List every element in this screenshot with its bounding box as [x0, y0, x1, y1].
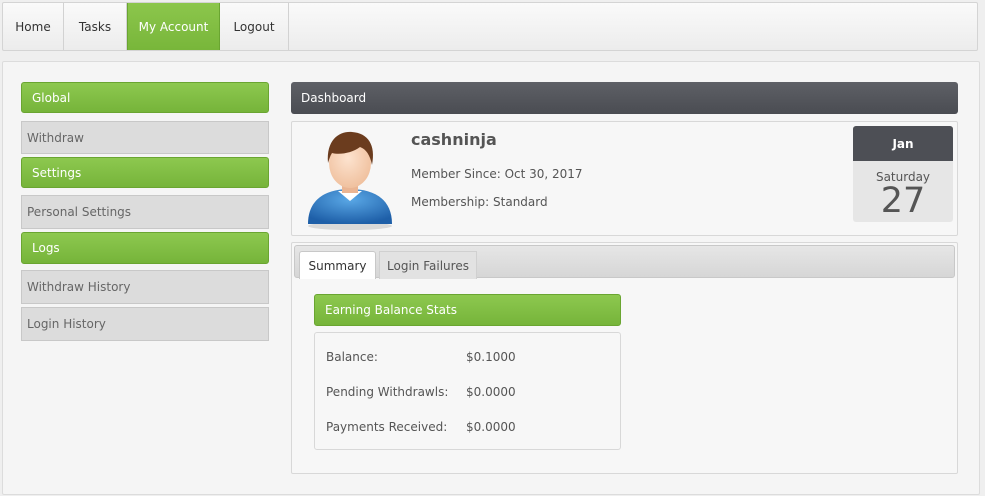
calendar-month: Jan	[853, 126, 953, 161]
profile-card: cashninja Member Since: Oct 30, 2017 Mem…	[291, 121, 958, 236]
membership: Membership: Standard	[411, 195, 548, 209]
member-since: Member Since: Oct 30, 2017	[411, 167, 583, 181]
avatar	[308, 131, 392, 230]
stat-value-balance: $0.1000	[466, 350, 516, 364]
sidebar-personal-settings[interactable]: Personal Settings	[21, 195, 269, 229]
sidebar-withdraw-history[interactable]: Withdraw History	[21, 270, 269, 304]
calendar-widget: Jan Saturday 27	[853, 126, 953, 222]
stat-label-payments: Payments Received:	[326, 420, 448, 434]
top-nav: Home Tasks My Account Logout	[2, 2, 978, 51]
sidebar-global[interactable]: Global	[21, 82, 269, 113]
tab-login-failures[interactable]: Login Failures	[379, 251, 477, 279]
nav-home[interactable]: Home	[3, 3, 64, 50]
stat-label-balance: Balance:	[326, 350, 378, 364]
main-panel: Global Withdraw Settings Personal Settin…	[2, 61, 980, 495]
tab-summary[interactable]: Summary	[299, 251, 376, 279]
earning-stats-header: Earning Balance Stats	[314, 294, 621, 326]
nav-tasks[interactable]: Tasks	[64, 3, 127, 50]
earning-stats-box: Balance: $0.1000 Pending Withdrawls: $0.…	[314, 332, 621, 450]
calendar-day: 27	[880, 181, 926, 221]
nav-logout[interactable]: Logout	[220, 3, 289, 50]
sidebar-withdraw[interactable]: Withdraw	[21, 121, 269, 154]
sidebar-settings[interactable]: Settings	[21, 157, 269, 188]
tabs-panel: Summary Login Failures Earning Balance S…	[291, 242, 958, 474]
stat-value-pending: $0.0000	[466, 385, 516, 399]
sidebar-logs[interactable]: Logs	[21, 232, 269, 264]
sidebar-login-history[interactable]: Login History	[21, 307, 269, 341]
username: cashninja	[411, 130, 497, 149]
stat-value-payments: $0.0000	[466, 420, 516, 434]
nav-my-account[interactable]: My Account	[127, 3, 220, 50]
stat-label-pending: Pending Withdrawls:	[326, 385, 449, 399]
tab-bar: Summary Login Failures	[294, 245, 955, 279]
dashboard-header: Dashboard	[291, 82, 958, 114]
